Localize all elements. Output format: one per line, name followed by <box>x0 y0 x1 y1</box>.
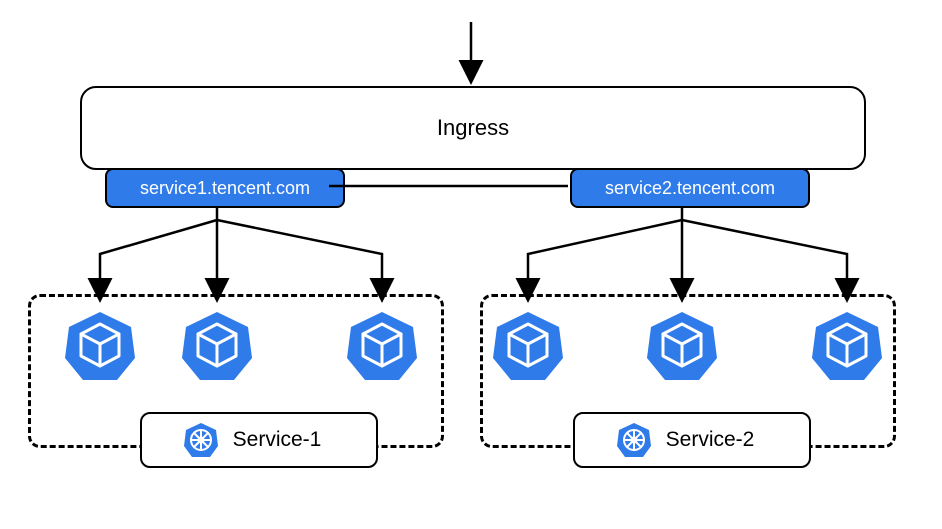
pod-icon <box>491 310 565 384</box>
kubernetes-wheel-icon <box>616 422 652 458</box>
service-box-2: Service-2 <box>573 412 811 468</box>
service-label-1: Service-1 <box>233 428 322 452</box>
pod-icon <box>810 310 884 384</box>
pod-icon <box>63 310 137 384</box>
service-box-1: Service-1 <box>140 412 378 468</box>
pod-icon <box>345 310 419 384</box>
service-label-2: Service-2 <box>666 428 755 452</box>
pod-icon <box>645 310 719 384</box>
pod-icon <box>180 310 254 384</box>
kubernetes-wheel-icon <box>183 422 219 458</box>
